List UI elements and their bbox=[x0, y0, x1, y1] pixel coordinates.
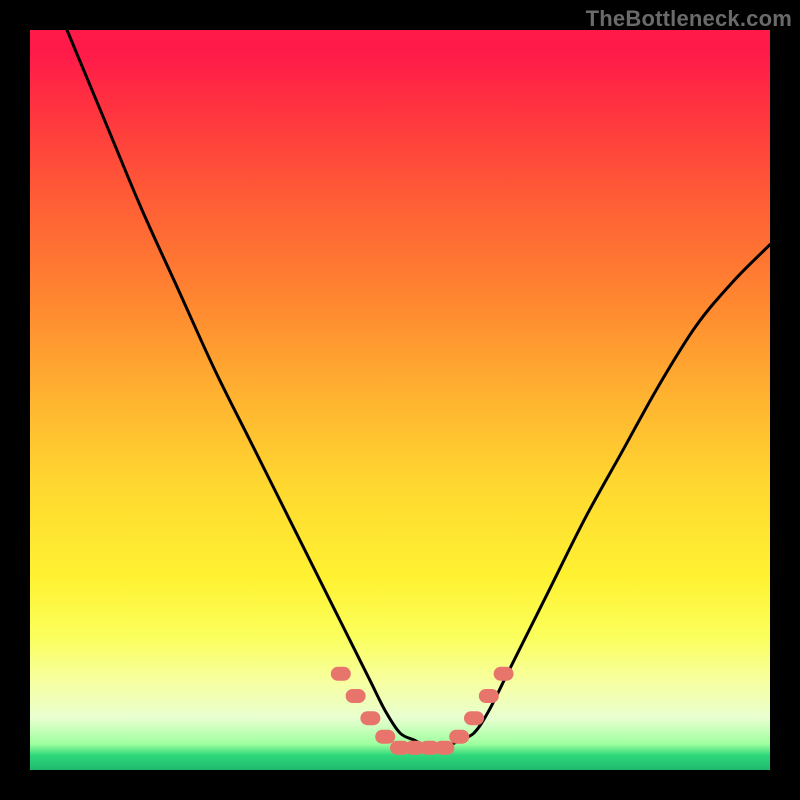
curve-marker bbox=[449, 730, 469, 744]
curve-marker bbox=[375, 730, 395, 744]
watermark-text: TheBottleneck.com bbox=[586, 6, 792, 32]
bottleneck-curve-path bbox=[67, 30, 770, 749]
curve-marker bbox=[434, 741, 454, 755]
curve-marker bbox=[331, 667, 351, 681]
chart-frame: TheBottleneck.com bbox=[0, 0, 800, 800]
curve-marker bbox=[464, 711, 484, 725]
chart-svg bbox=[30, 30, 770, 770]
chart-plot-area bbox=[30, 30, 770, 770]
curve-markers bbox=[331, 667, 514, 755]
curve-marker bbox=[360, 711, 380, 725]
curve-marker bbox=[494, 667, 514, 681]
curve-marker bbox=[346, 689, 366, 703]
curve-marker bbox=[479, 689, 499, 703]
bottleneck-curve bbox=[67, 30, 770, 749]
